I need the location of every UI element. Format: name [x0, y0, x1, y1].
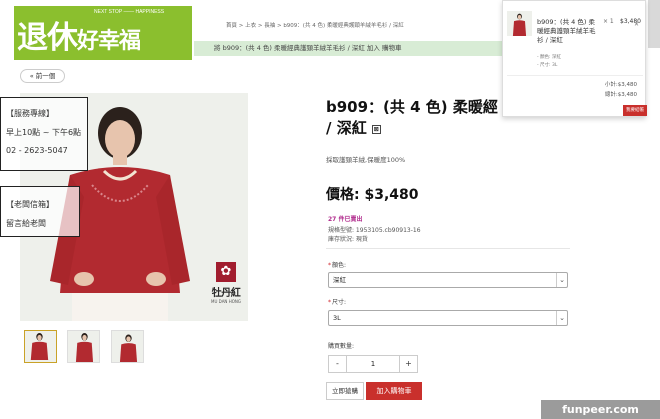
boss-mailbox-box[interactable]: 【老闆信箱】 留言給老闆 [0, 186, 80, 237]
cart-item-name[interactable]: b909：(共 4 色) 柔暖經典護頸羊絨羊毛衫 / 深紅 [537, 18, 599, 45]
checkout-button[interactable]: 我要結帳 [623, 105, 647, 116]
boss-mailbox-link[interactable]: 留言給老闆 [6, 218, 79, 229]
size-select-value: 3L [333, 314, 341, 322]
cart-item-thumbnail[interactable] [507, 11, 532, 36]
service-hours: 早上10點 ~ 下午6點 [6, 128, 82, 137]
buy-now-button[interactable]: 立即搶購 [326, 382, 364, 400]
service-hotline-box[interactable]: 【服務專線】 早上10點 ~ 下午6點 02 - 2623-5047 [0, 97, 88, 171]
logo-text-main: 退休 [17, 20, 78, 56]
product-title-line2: / 深紅 ⊠ [326, 117, 381, 138]
cart-item-image-icon [507, 11, 532, 36]
cart-item-color: - 顏色: 深紅 [537, 55, 562, 60]
cart-item-qty: × 1 [603, 18, 614, 25]
quantity-label: 購買數量: [328, 343, 355, 350]
product-title-variant: / 深紅 [326, 119, 367, 137]
close-icon[interactable]: ✕ [634, 21, 639, 28]
mini-cart-popup: b909：(共 4 色) 柔暖經典護頸羊絨羊毛衫 / 深紅 × 1 $3,480… [502, 0, 647, 117]
cart-divider [507, 75, 643, 76]
thumbnail-2[interactable] [67, 330, 100, 363]
cart-subtotal: 小計:$3,480 [604, 82, 637, 88]
thumbnail-image-icon [25, 331, 56, 362]
quantity-decrease-button[interactable]: - [329, 356, 347, 372]
thumbnail-image-icon [68, 331, 99, 362]
service-title: 【服務專線】 [6, 109, 54, 118]
favorite-icon[interactable]: ⊠ [371, 125, 381, 134]
stock-status: 庫存狀況: 現貨 [328, 236, 368, 243]
chevron-down-icon: ⌄ [556, 311, 567, 325]
product-price: 價格: $3,480 [326, 187, 419, 203]
chevron-down-icon: ⌄ [556, 273, 567, 287]
thumbnail-3[interactable] [111, 330, 144, 363]
peony-logo-icon: ✿ [216, 262, 236, 282]
brand-seal: ✿ 牡丹紅 MU DAN HONG [210, 262, 242, 318]
boss-mailbox-title: 【老闆信箱】 [6, 200, 54, 209]
quantity-stepper[interactable]: - 1 + [328, 355, 418, 373]
size-label: *尺寸: [328, 299, 347, 306]
quantity-increase-button[interactable]: + [399, 356, 417, 372]
brand-name-en: MU DAN HONG [211, 299, 241, 304]
color-select-value: 深紅 [333, 276, 346, 284]
cart-total: 總計:$3,480 [604, 92, 637, 98]
add-to-cart-button[interactable]: 加入購物車 [366, 382, 422, 400]
size-select[interactable]: 3L ⌄ [328, 310, 568, 326]
watermark: funpeer.com [541, 400, 660, 419]
divider [326, 248, 570, 249]
cart-item-size: - 尺寸: 3L [537, 63, 558, 68]
cart-notice-bar: 將 b909：(共 4 色) 柔暖經典護頸羊絨羊毛衫 / 深紅 加入 購物車 [194, 41, 502, 56]
brand-name-zh: 牡丹紅 [211, 288, 241, 299]
product-description: 採取護頸羊絨,保暖度100% [326, 156, 406, 164]
site-logo[interactable]: NEXT STOP ─── HAPPINESS 退休好幸福 [14, 6, 192, 60]
color-label: *顏色: [328, 262, 347, 269]
logo-text: 退休好幸福 [17, 12, 141, 57]
page-scrollbar[interactable] [648, 0, 660, 419]
breadcrumb[interactable]: 首頁 > 上衣 > 長袖 > b909：(共 4 色) 柔暖經典護頸羊絨羊毛衫 … [226, 21, 404, 29]
quantity-input[interactable]: 1 [347, 356, 399, 372]
thumbnail-1[interactable] [24, 330, 57, 363]
spec-model: 規格型號: 1953105.cb90913-16 [328, 227, 421, 234]
color-select[interactable]: 深紅 ⌄ [328, 272, 568, 288]
sold-count: 27 件已賣出 [328, 216, 363, 223]
back-button[interactable]: « 前一個 [20, 69, 65, 83]
thumbnail-image-icon [112, 331, 143, 362]
product-title: b909：(共 4 色) 柔暖經典 [326, 98, 498, 116]
service-phone[interactable]: 02 - 2623-5047 [6, 146, 87, 155]
logo-text-sub: 好幸福 [77, 29, 141, 54]
